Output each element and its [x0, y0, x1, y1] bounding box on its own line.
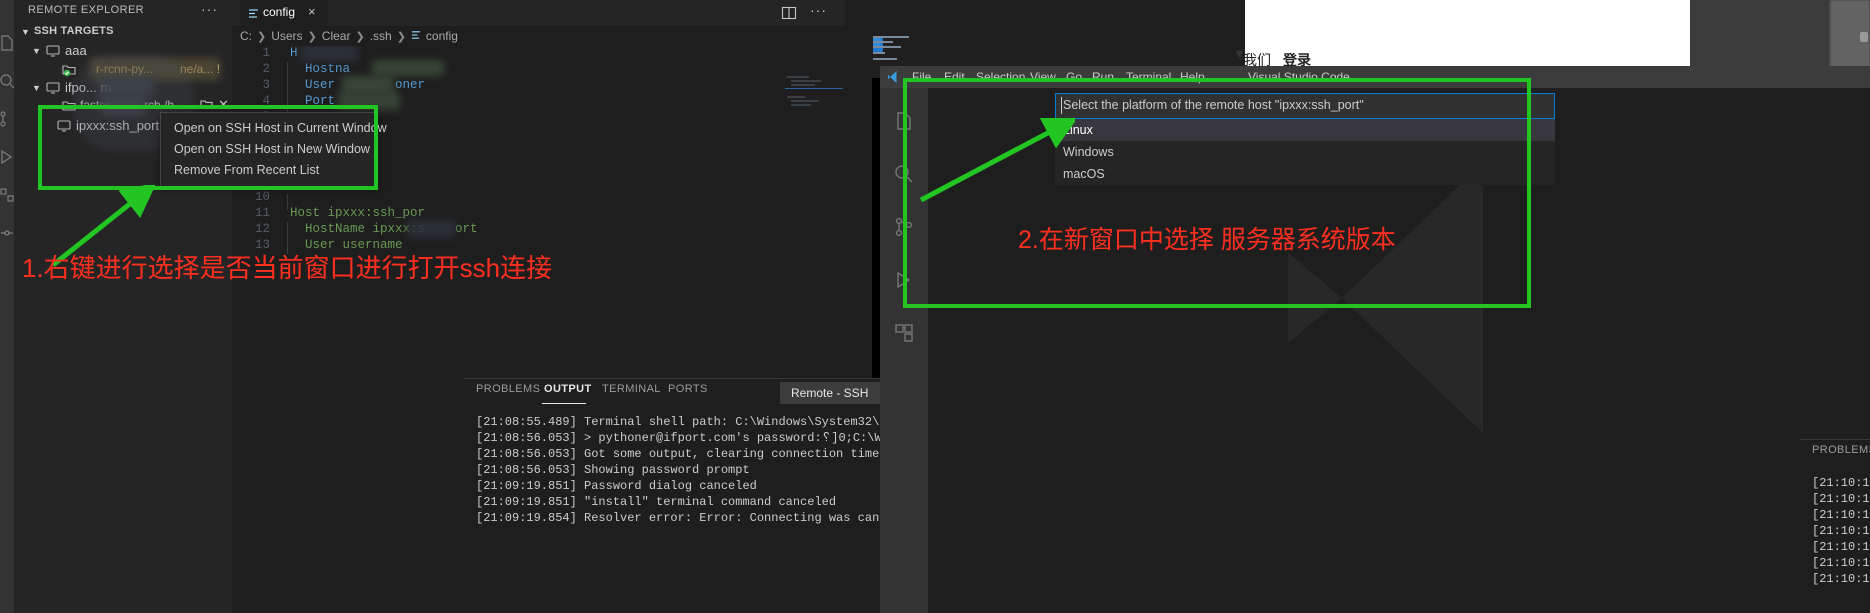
remote-explorer-sidebar: REMOTE EXPLORER ··· ▼ SSH TARGETS ▼ aaa … — [14, 0, 232, 613]
redaction-blur — [300, 46, 358, 62]
breadcrumb-item[interactable]: .ssh — [370, 29, 392, 43]
minimap[interactable] — [785, 76, 843, 136]
redaction-blur — [372, 60, 444, 76]
annotation-text-2: 2.在新窗口中选择 服务器系统版本 — [1018, 226, 1396, 254]
output-line: [21:10:14.087] "remote.SSH.configFile": … — [1812, 556, 1870, 570]
page-title: REMOTE EXPLORER — [28, 4, 145, 16]
settings-file-icon — [411, 29, 421, 43]
scrollbar-thumb[interactable] — [1860, 32, 1868, 42]
editor-tab-bar: config × ··· — [232, 0, 845, 26]
tree-item-label: aaa — [65, 43, 87, 58]
settings-file-icon — [248, 6, 259, 18]
line-number: 2 — [262, 62, 270, 76]
output-line: [21:10:14.086] SSH Resolver called for "… — [1812, 476, 1870, 490]
output-line: [21:09:19.851] "install" terminal comman… — [476, 495, 837, 509]
output-line: [21:10:14.087] "remote.SSH.showLoginTerm… — [1812, 508, 1870, 522]
output-line: [21:09:19.851] Password dialog canceled — [476, 479, 757, 493]
chevron-down-icon[interactable]: ▼ — [32, 83, 41, 93]
line-number: 3 — [262, 78, 270, 92]
sidebar-header: REMOTE EXPLORER ··· — [14, 0, 232, 22]
split-editor-icon[interactable] — [781, 5, 797, 26]
chevron-down-icon: ▼ — [21, 27, 30, 37]
remote-host-icon — [46, 81, 60, 98]
chevron-right-icon: ❯ — [257, 30, 267, 43]
line-number: 10 — [254, 190, 270, 204]
code-text: H — [290, 46, 298, 60]
editor-more-actions-icon[interactable]: ··· — [810, 2, 827, 18]
tab-output[interactable]: OUTPUT — [544, 383, 592, 395]
output-line: [21:10:14.087] "remote.SSH.useFlock": tr… — [1812, 572, 1870, 586]
line-number: 1 — [262, 46, 270, 60]
tab-problems[interactable]: PROBLEMS — [476, 383, 540, 395]
screenshot-root: 我们 登录 ▼ REMOTE EXPLORER ··· ▼ SSH TARGET… — [0, 0, 1870, 613]
chevron-right-icon: ❯ — [396, 30, 406, 43]
chevron-right-icon: ❯ — [355, 30, 365, 43]
chevron-right-icon: ❯ — [307, 30, 317, 43]
bottom-panel-right: PROBLEMS OUTPUT TERMINAL PORTS Remote - … — [1800, 439, 1870, 613]
output-line: [21:08:56.053] Got some output, clearing… — [476, 447, 901, 461]
output-line: [21:10:14.087] "remote.SSH.path": undefi… — [1812, 540, 1870, 554]
breadcrumb: C: ❯ Users ❯ Clear ❯ .ssh ❯ config — [240, 26, 458, 46]
activity-bar — [0, 0, 15, 613]
chevron-down-icon[interactable]: ▼ — [1233, 46, 1246, 61]
output-channel-value: Remote - SSH — [791, 386, 869, 400]
line-number: 12 — [254, 222, 270, 236]
breadcrumb-item[interactable]: C: — [240, 29, 252, 43]
line-number: 11 — [254, 206, 270, 220]
code-editor[interactable]: 1H 2 Hostna 3 User oner 4 Port 5 6 7 8 m… — [232, 46, 845, 378]
tab-ports[interactable]: PORTS — [668, 383, 708, 395]
folder-check-icon — [62, 63, 76, 80]
output-line: [21:08:56.053] Showing password prompt — [476, 463, 750, 477]
breadcrumb-item[interactable]: config — [426, 29, 458, 43]
tab-label: config — [263, 5, 296, 19]
tab-config[interactable]: config × — [240, 0, 328, 26]
breadcrumb-item[interactable]: Clear — [322, 29, 351, 43]
output-line: [21:10:14.087] "remote.SSH.useLocalServe… — [1812, 492, 1870, 506]
annotation-box-1 — [38, 105, 378, 190]
output-line: [21:08:55.489] Terminal shell path: C:\W… — [476, 415, 930, 429]
tab-problems[interactable]: PROBLEMS — [1812, 444, 1870, 456]
tab-terminal[interactable]: TERMINAL — [602, 383, 661, 395]
annotation-text-1: 1.右键进行选择是否当前窗口进行打开ssh连接 — [22, 253, 553, 283]
chevron-down-icon[interactable]: ▼ — [32, 46, 41, 56]
code-text: Hostna — [290, 62, 351, 76]
more-actions-icon[interactable]: ··· — [201, 1, 218, 17]
section-ssh-targets[interactable]: ▼ SSH TARGETS — [14, 24, 232, 40]
editor-area: config × ··· C: ❯ Users ❯ Clear ❯ .ssh ❯ — [232, 0, 1077, 613]
vscode-logo-icon — [886, 70, 900, 89]
extensions-icon[interactable] — [893, 322, 915, 344]
output-line: [21:09:19.854] Resolver error: Error: Co… — [476, 511, 916, 525]
breadcrumb-item[interactable]: Users — [271, 29, 302, 43]
annotation-arrow-2 — [919, 118, 1075, 203]
remote-host-icon — [46, 44, 60, 61]
redaction-blur — [407, 220, 455, 238]
code-text: Host ipxxx:ssh_por — [290, 206, 426, 220]
left-vscode-window: REMOTE EXPLORER ··· ▼ SSH TARGETS ▼ aaa … — [0, 0, 1077, 613]
section-label: SSH TARGETS — [34, 25, 114, 37]
close-icon[interactable]: × — [308, 4, 316, 19]
output-line: [21:10:14.087] "remote.SSH.remotePlatfor… — [1812, 524, 1870, 538]
